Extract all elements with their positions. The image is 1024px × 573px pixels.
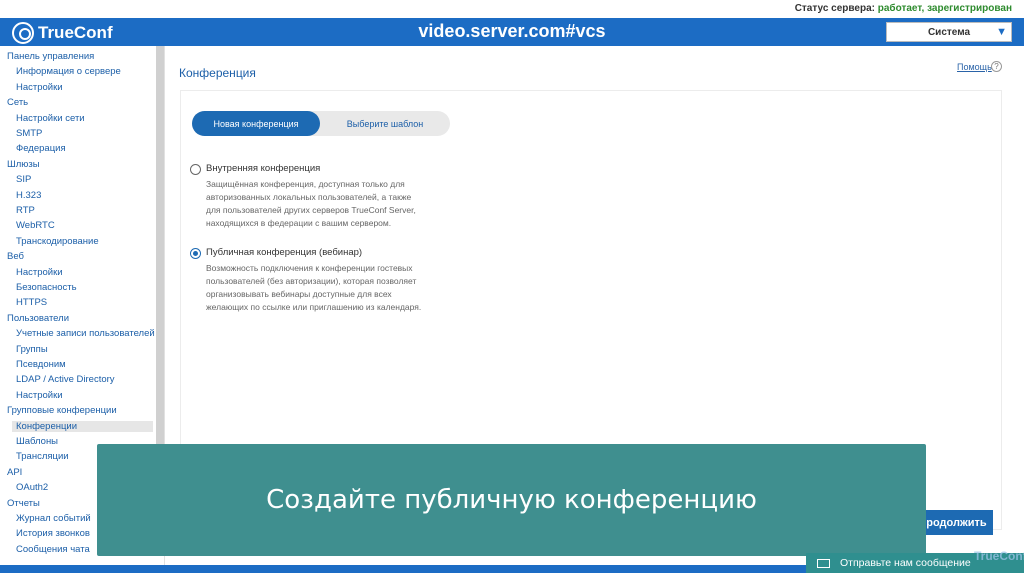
sidebar-item[interactable]: Транскодирование: [16, 236, 99, 247]
desc-line: для пользователей других серверов TrueCo…: [206, 205, 416, 215]
mail-icon: [817, 558, 830, 568]
sidebar-item[interactable]: Группы: [16, 344, 48, 355]
sidebar-item[interactable]: SIP: [16, 174, 31, 185]
sidebar-section[interactable]: Пользователи: [7, 313, 69, 324]
page-title: Конференция: [179, 66, 256, 80]
sidebar-item[interactable]: H.323: [16, 190, 41, 201]
top-status-strip: Статус сервера: работает, зарегистрирова…: [0, 0, 1024, 18]
sidebar-item[interactable]: Псевдоним: [16, 359, 66, 370]
option-internal-title[interactable]: Внутренняя конференция: [206, 163, 320, 174]
sidebar-scrollbar[interactable]: [156, 46, 164, 446]
server-status-value: работает, зарегистрирован: [877, 3, 1012, 14]
sidebar-item[interactable]: Информация о сервере: [16, 66, 121, 77]
dropdown-arrow-icon: ▼: [996, 26, 1007, 38]
sidebar-item[interactable]: Учетные записи пользователей: [16, 328, 155, 339]
sidebar-item[interactable]: Конференции: [12, 420, 153, 432]
desc-line: Возможность подключения к конференции го…: [206, 263, 413, 273]
conference-mode-switch: Новая конференция Выберите шаблон: [192, 111, 450, 136]
sidebar-item[interactable]: Безопасность: [16, 282, 77, 293]
sidebar-section[interactable]: Веб: [7, 251, 24, 262]
trueconf-watermark: TrueConf: [974, 549, 1024, 563]
sidebar-item[interactable]: Журнал событий: [16, 513, 91, 524]
sidebar-item[interactable]: Шаблоны: [16, 436, 58, 447]
sidebar-item[interactable]: Настройки: [16, 82, 63, 93]
tab-choose-template[interactable]: Выберите шаблон: [320, 111, 450, 136]
desc-line: пользователей (без авторизации), которая…: [206, 276, 417, 286]
sidebar-item[interactable]: OAuth2: [16, 482, 48, 493]
help-link[interactable]: Помощь: [957, 62, 992, 72]
sidebar-item[interactable]: Федерация: [16, 143, 66, 154]
help-icon[interactable]: ?: [991, 61, 1002, 72]
system-select-value: Система: [927, 26, 971, 38]
sidebar-section[interactable]: Панель управления: [7, 51, 94, 62]
sidebar-section[interactable]: Групповые конференции: [7, 405, 117, 416]
caption-overlay: Создайте публичную конференцию: [97, 444, 926, 556]
sidebar-item[interactable]: RTP: [16, 205, 35, 216]
sidebar-item[interactable]: Настройки сети: [16, 113, 85, 124]
option-public-title[interactable]: Публичная конференция (вебинар): [206, 247, 362, 258]
sidebar-item[interactable]: SMTP: [16, 128, 42, 139]
system-select[interactable]: Система ▼: [886, 22, 1012, 42]
sidebar-section[interactable]: Шлюзы: [7, 159, 40, 170]
sidebar-item[interactable]: Сообщения чата: [16, 544, 90, 555]
chat-widget-label: Отправьте нам сообщение: [840, 557, 971, 569]
option-public-desc: Возможность подключения к конференции го…: [206, 262, 456, 314]
sidebar-item[interactable]: Настройки: [16, 267, 63, 278]
desc-line: организовывать вебинары доступные для вс…: [206, 289, 392, 299]
sidebar-item[interactable]: Настройки: [16, 390, 63, 401]
sidebar-item[interactable]: История звонков: [16, 528, 90, 539]
desc-line: Защищённая конференция, доступная только…: [206, 179, 405, 189]
option-internal-desc: Защищённая конференция, доступная только…: [206, 178, 456, 230]
host-title: video.server.com#vcs: [418, 21, 606, 41]
sidebar-section[interactable]: Сеть: [7, 97, 28, 108]
server-status-label: Статус сервера:: [794, 3, 875, 14]
desc-line: находящихся в федерации с вашим сервером…: [206, 218, 392, 228]
radio-internal-conference[interactable]: [190, 164, 201, 175]
tab-new-conference[interactable]: Новая конференция: [192, 111, 320, 136]
caption-text: Создайте публичную конференцию: [266, 485, 757, 515]
radio-public-conference[interactable]: [190, 248, 201, 259]
server-status: Статус сервера: работает, зарегистрирова…: [795, 3, 1012, 14]
desc-line: желающих по ссылке или приглашению из ка…: [206, 302, 422, 312]
desc-line: авторизованных локальных пользователей, …: [206, 192, 412, 202]
sidebar-section[interactable]: API: [7, 467, 22, 478]
sidebar-item[interactable]: LDAP / Active Directory: [16, 374, 115, 385]
sidebar-item[interactable]: Трансляции: [16, 451, 69, 462]
sidebar-section[interactable]: Отчеты: [7, 498, 40, 509]
sidebar-item[interactable]: HTTPS: [16, 297, 47, 308]
sidebar-item[interactable]: WebRTC: [16, 220, 55, 231]
